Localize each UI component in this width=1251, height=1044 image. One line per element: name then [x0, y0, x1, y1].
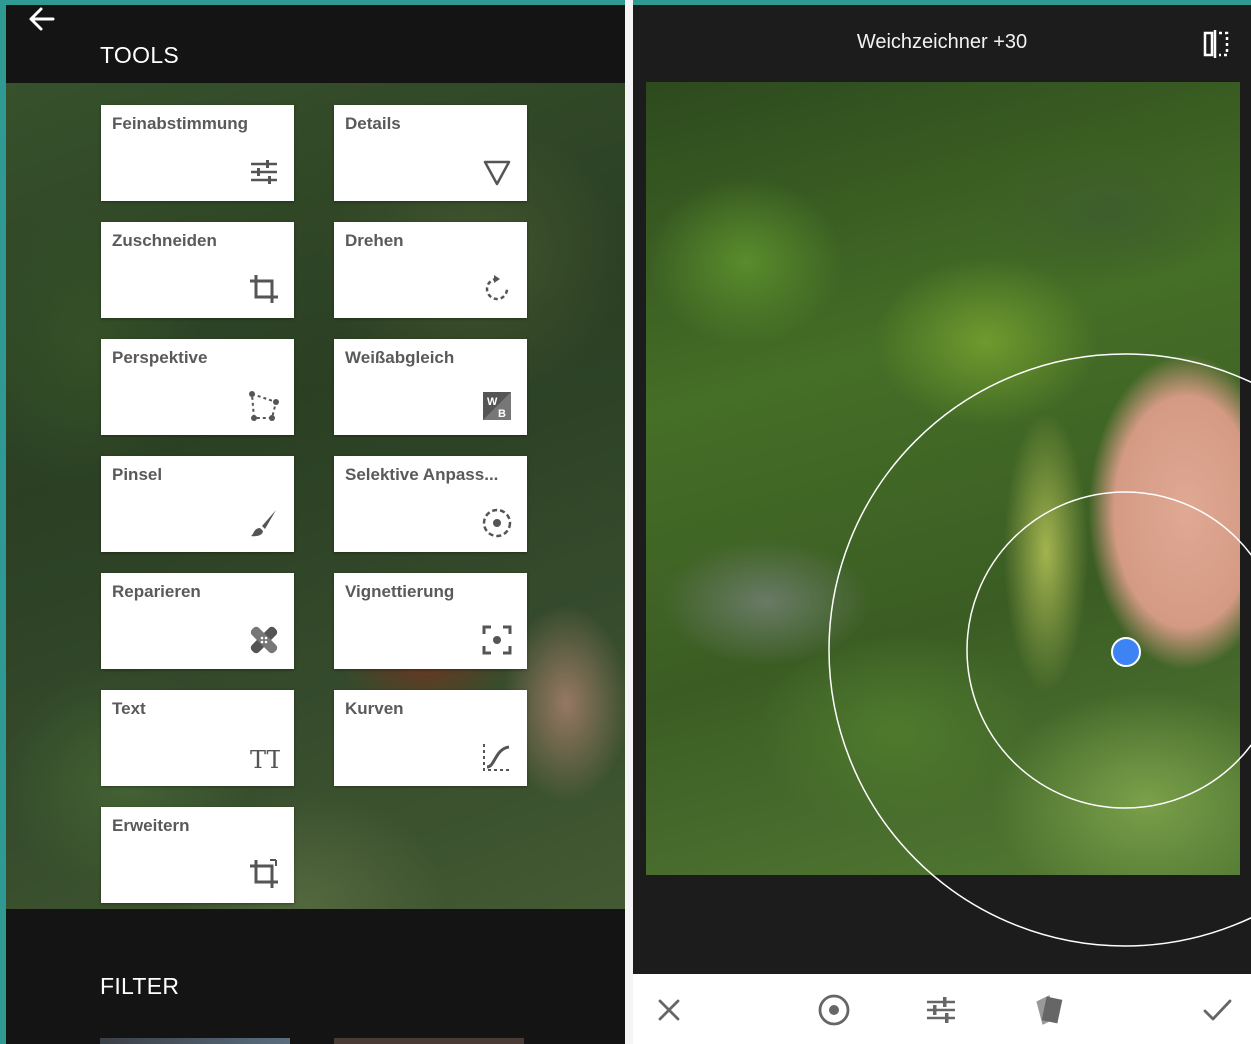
sliders-icon	[251, 160, 277, 184]
tool-label: Vignettierung	[345, 582, 455, 601]
crop-icon	[250, 275, 278, 303]
tool-label: Drehen	[345, 231, 404, 250]
selective-target-icon	[482, 508, 512, 538]
tool-label: Details	[345, 114, 401, 133]
background-photo	[6, 83, 625, 909]
edited-photo[interactable]	[646, 82, 1240, 875]
tool-erweitern[interactable]: Erweitern	[101, 807, 294, 903]
tools-screen: TOOLS Feinabstimmung Details Zuschneiden…	[6, 5, 625, 1044]
bottom-toolbar	[633, 974, 1251, 1044]
rotate-icon	[485, 275, 509, 301]
tool-label: Feinabstimmung	[112, 114, 249, 133]
filter-thumbnail[interactable]	[334, 1038, 524, 1044]
tool-feinabstimmung[interactable]: Feinabstimmung	[101, 105, 294, 201]
focus-point-handle[interactable]	[1111, 637, 1141, 667]
tool-pinsel[interactable]: Pinsel	[101, 456, 294, 552]
tool-label: Zuschneiden	[112, 231, 217, 250]
tool-details[interactable]: Details	[334, 105, 527, 201]
svg-text:B: B	[498, 408, 506, 420]
checkmark-icon[interactable]	[1197, 990, 1237, 1030]
tool-kurven[interactable]: Kurven	[334, 690, 527, 786]
white-balance-icon: W B	[483, 392, 511, 420]
vignette-icon	[482, 625, 512, 655]
perspective-icon	[249, 391, 279, 421]
tools-section-title: TOOLS	[100, 42, 180, 68]
tool-text[interactable]: Text TT	[101, 690, 294, 786]
close-icon[interactable]	[649, 990, 689, 1030]
panel-divider	[625, 0, 633, 1044]
tool-label: Selektive Anpass...	[345, 465, 499, 484]
brush-icon	[251, 510, 276, 537]
tool-label: Erweitern	[112, 816, 190, 835]
tool-label: Kurven	[345, 699, 404, 718]
back-arrow-icon[interactable]	[28, 5, 56, 33]
tool-label: Weißabgleich	[345, 348, 455, 367]
adjustment-title: Weichzeichner +30	[856, 31, 1028, 53]
curves-icon	[483, 744, 510, 771]
text-tt-icon: TT	[250, 746, 280, 773]
tool-weissabgleich[interactable]: Weißabgleich W B	[334, 339, 527, 435]
filter-thumbnail[interactable]	[100, 1038, 290, 1044]
svg-text:TT: TT	[250, 746, 280, 773]
edit-screen: Weichzeichner +30	[633, 5, 1251, 1044]
target-icon[interactable]	[814, 990, 854, 1030]
healing-bandage-icon	[250, 626, 278, 654]
sliders-icon[interactable]	[921, 990, 961, 1030]
tool-label: Pinsel	[112, 465, 163, 484]
tool-label: Perspektive	[112, 348, 208, 367]
styles-cards-icon[interactable]	[1030, 990, 1070, 1030]
svg-text:W: W	[487, 396, 498, 408]
tool-zuschneiden[interactable]: Zuschneiden	[101, 222, 294, 318]
expand-crop-icon	[250, 859, 278, 888]
tool-label: Reparieren	[112, 582, 201, 601]
tool-vignettierung[interactable]: Vignettierung	[334, 573, 527, 669]
compare-icon[interactable]	[1201, 29, 1231, 59]
triangle-down-icon	[483, 160, 511, 186]
tool-selektive-anpassung[interactable]: Selektive Anpass...	[334, 456, 527, 552]
tool-reparieren[interactable]: Reparieren	[101, 573, 294, 669]
tool-label: Text	[112, 699, 146, 718]
filter-section-title: FILTER	[100, 973, 180, 999]
tool-perspektive[interactable]: Perspektive	[101, 339, 294, 435]
tool-drehen[interactable]: Drehen	[334, 222, 527, 318]
